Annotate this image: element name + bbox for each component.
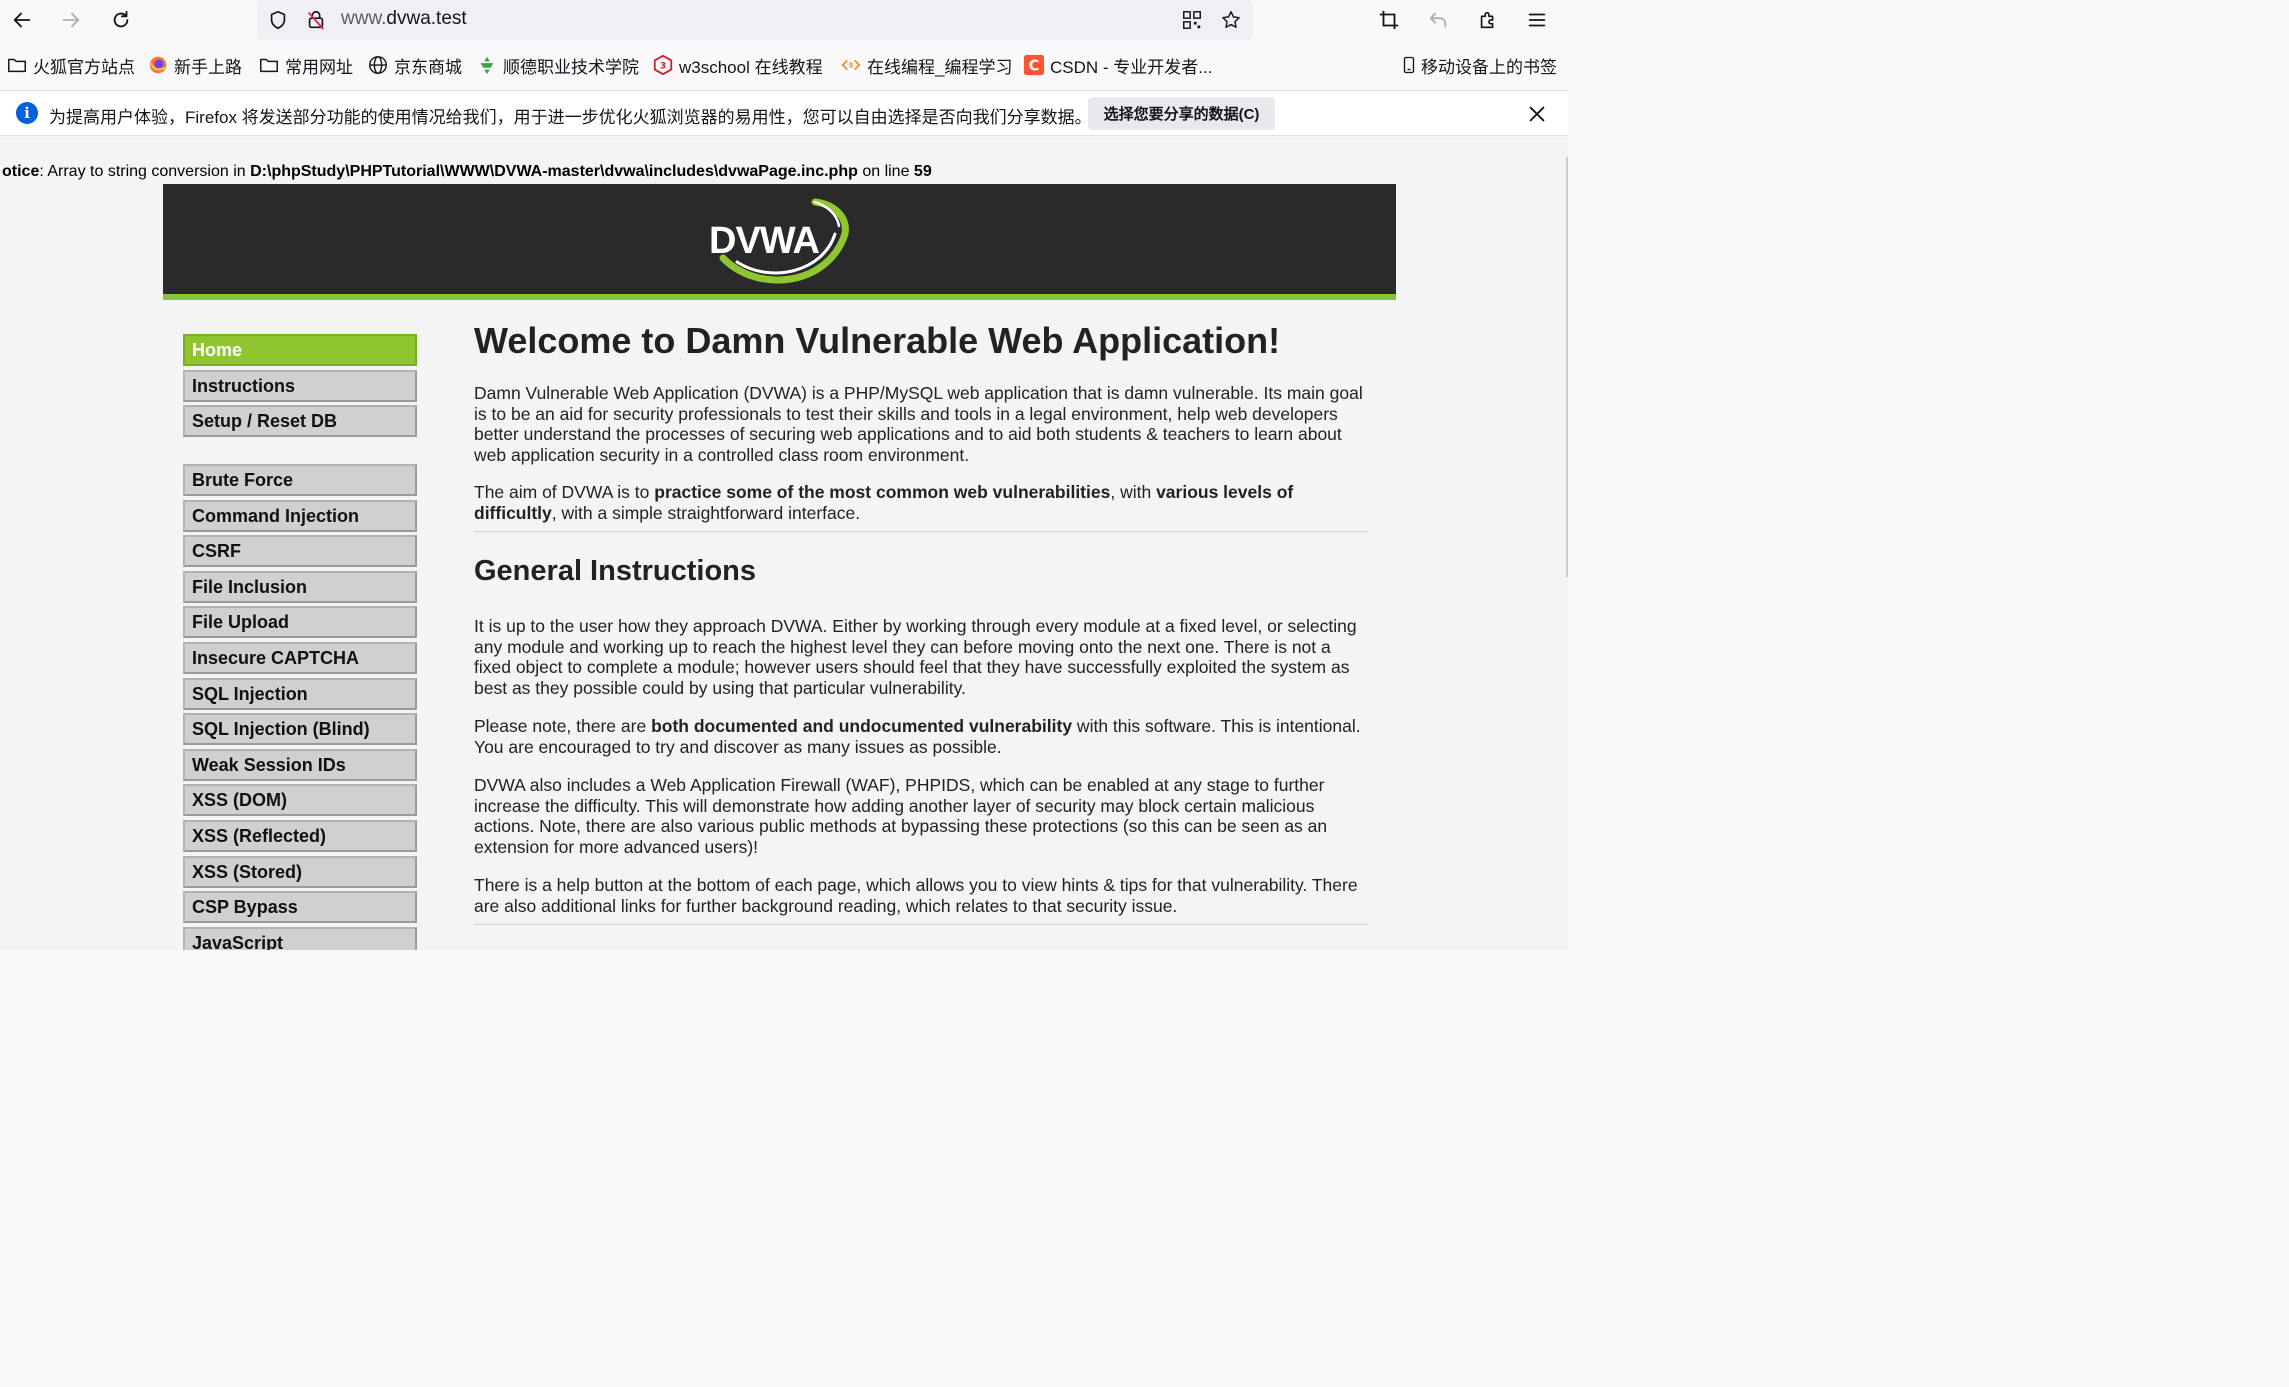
notice-label: otice xyxy=(2,163,40,180)
url-text[interactable]: www.dvwa.test xyxy=(341,8,467,30)
bookmark-label: 新手上路 xyxy=(174,57,242,77)
menu-item-command-injection[interactable]: Command Injection xyxy=(183,500,417,532)
bookmark-label: 常用网址 xyxy=(285,57,353,77)
bookmark-item[interactable]: 顺德职业技术学院 xyxy=(476,53,639,77)
logo-text: DVWA xyxy=(709,220,820,262)
bookmark-label: 京东商城 xyxy=(394,57,462,77)
aim-text-1: The aim of DVWA is to xyxy=(474,482,655,502)
folder-icon xyxy=(258,54,280,76)
menu-item-sql-injection-blind[interactable]: SQL Injection (Blind) xyxy=(183,713,417,745)
menu-item-home[interactable]: Home xyxy=(183,334,417,366)
divider xyxy=(474,531,1369,532)
bookmark-label: 在线编程_编程学习 xyxy=(867,57,1013,77)
bookmarks-bar: 火狐官方站点 新手上路 常用网址 京东商城 顺德职业技术学院 3 w3schoo… xyxy=(0,44,1568,86)
bookmark-item[interactable]: 火狐官方站点 xyxy=(6,53,135,77)
back-icon[interactable] xyxy=(6,4,38,36)
undo-icon[interactable] xyxy=(1422,4,1454,36)
menu-item-file-upload[interactable]: File Upload xyxy=(183,606,417,638)
qr-code-icon[interactable] xyxy=(1179,7,1205,33)
menu-item-csp-bypass[interactable]: CSP Bypass xyxy=(183,891,417,923)
aim-text-2: practice some of the most common web vul… xyxy=(654,482,1111,502)
bookmark-item[interactable]: 新手上路 xyxy=(147,53,242,77)
menu-item-weak-session-ids[interactable]: Weak Session IDs xyxy=(183,749,417,781)
menu-icon[interactable] xyxy=(1521,4,1553,36)
help-paragraph: There is a help button at the bottom of … xyxy=(474,875,1358,916)
page-viewport: otice: Array to string conversion in D:\… xyxy=(0,137,1568,950)
insecure-lock-icon[interactable] xyxy=(303,7,329,33)
bookmark-label: 顺德职业技术学院 xyxy=(503,57,639,77)
bookmark-item[interactable]: 在线编程_编程学习 xyxy=(840,53,1012,77)
notice-path: D:\phpStudy\PHPTutorial\WWW\DVWA-master\… xyxy=(250,163,858,180)
divider xyxy=(474,924,1369,925)
folder-icon xyxy=(6,54,28,76)
php-notice: otice: Array to string conversion in D:\… xyxy=(2,163,932,181)
note-text-1: Please note, there are xyxy=(474,716,652,736)
notification-text: 为提高用户体验，Firefox 将发送部分功能的使用情况给我们，用于进一步优化火… xyxy=(49,108,1092,127)
browser-toolbar: www.dvwa.test xyxy=(0,0,1568,40)
firefox-icon xyxy=(147,54,169,76)
menu-item-insecure-captcha[interactable]: Insecure CAPTCHA xyxy=(183,642,417,674)
menu-item-instructions[interactable]: Instructions xyxy=(183,370,417,402)
mobile-bookmarks[interactable]: 移动设备上的书签 xyxy=(1400,53,1557,77)
notice-line: 59 xyxy=(913,163,932,180)
csdn-icon: C xyxy=(1023,54,1045,76)
url-domain: dvwa.test xyxy=(386,8,467,29)
menu-item-csrf[interactable]: CSRF xyxy=(183,535,417,567)
notice-message: : Array to string conversion in xyxy=(39,163,251,180)
choose-data-button[interactable]: 选择您要分享的数据(C) xyxy=(1088,97,1275,130)
mobile-bookmarks-label: 移动设备上的书签 xyxy=(1421,57,1557,77)
note-text-2: both documented and undocumented vulnera… xyxy=(651,716,1073,736)
bookmark-label: 火狐官方站点 xyxy=(33,57,135,77)
menu-item-javascript[interactable]: JavaScript xyxy=(183,927,417,950)
general-instructions-heading: General Instructions xyxy=(474,555,757,587)
college-icon xyxy=(476,54,498,76)
mobile-icon xyxy=(1400,54,1418,76)
intro-paragraph: Damn Vulnerable Web Application (DVWA) i… xyxy=(474,383,1363,465)
close-icon[interactable] xyxy=(1524,101,1550,127)
general-paragraph: It is up to the user how they approach D… xyxy=(474,616,1357,698)
note-paragraph: Please note, there are both documented a… xyxy=(474,716,1369,757)
menu-item-setup-reset-db[interactable]: Setup / Reset DB xyxy=(183,405,417,437)
globe-icon xyxy=(367,54,389,76)
menu-item-file-inclusion[interactable]: File Inclusion xyxy=(183,571,417,603)
page-title: Welcome to Damn Vulnerable Web Applicati… xyxy=(474,320,1281,361)
star-icon[interactable] xyxy=(1218,7,1244,33)
w3school-icon: 3 xyxy=(652,54,674,76)
menu-item-xss-dom[interactable]: XSS (DOM) xyxy=(183,784,417,816)
notification-bar: i 为提高用户体验，Firefox 将发送部分功能的使用情况给我们，用于进一步优… xyxy=(0,90,1568,136)
bookmark-label: CSDN - 专业开发者... xyxy=(1050,57,1213,77)
info-icon: i xyxy=(16,102,38,124)
bookmark-label: w3school 在线教程 xyxy=(679,57,823,77)
bookmark-item[interactable]: C CSDN - 专业开发者... xyxy=(1023,53,1212,77)
forward-icon[interactable] xyxy=(55,4,87,36)
scrollbar[interactable] xyxy=(1566,157,1568,577)
crop-icon[interactable] xyxy=(1373,4,1405,36)
reload-icon[interactable] xyxy=(105,4,137,36)
menu-item-sql-injection[interactable]: SQL Injection xyxy=(183,678,417,710)
extensions-icon[interactable] xyxy=(1472,4,1504,36)
aim-paragraph: The aim of DVWA is to practice some of t… xyxy=(474,482,1369,523)
waf-paragraph: DVWA also includes a Web Application Fir… xyxy=(474,775,1328,857)
menu-item-brute-force[interactable]: Brute Force xyxy=(183,464,417,496)
bookmark-item[interactable]: 京东商城 xyxy=(367,53,462,77)
dvwa-header: DVWA xyxy=(163,184,1396,300)
notice-on-line: on line xyxy=(857,163,914,180)
aim-text-3: , with xyxy=(1110,482,1157,502)
shield-icon[interactable] xyxy=(265,7,291,33)
url-bar[interactable]: www.dvwa.test xyxy=(257,0,1253,40)
code-icon xyxy=(840,54,862,76)
main-container: Home Instructions Setup / Reset DB Brute… xyxy=(163,300,1396,950)
url-prefix: www. xyxy=(341,8,387,29)
svg-text:C: C xyxy=(1029,58,1040,75)
aim-text-5: , with a simple straightforward interfac… xyxy=(551,502,861,523)
menu-item-xss-stored[interactable]: XSS (Stored) xyxy=(183,856,417,888)
menu-item-xss-reflected[interactable]: XSS (Reflected) xyxy=(183,820,417,852)
svg-text:3: 3 xyxy=(660,61,666,72)
bookmark-item[interactable]: 常用网址 xyxy=(258,53,353,77)
dvwa-logo: DVWA xyxy=(703,196,853,284)
bookmark-item[interactable]: 3 w3school 在线教程 xyxy=(652,53,823,77)
